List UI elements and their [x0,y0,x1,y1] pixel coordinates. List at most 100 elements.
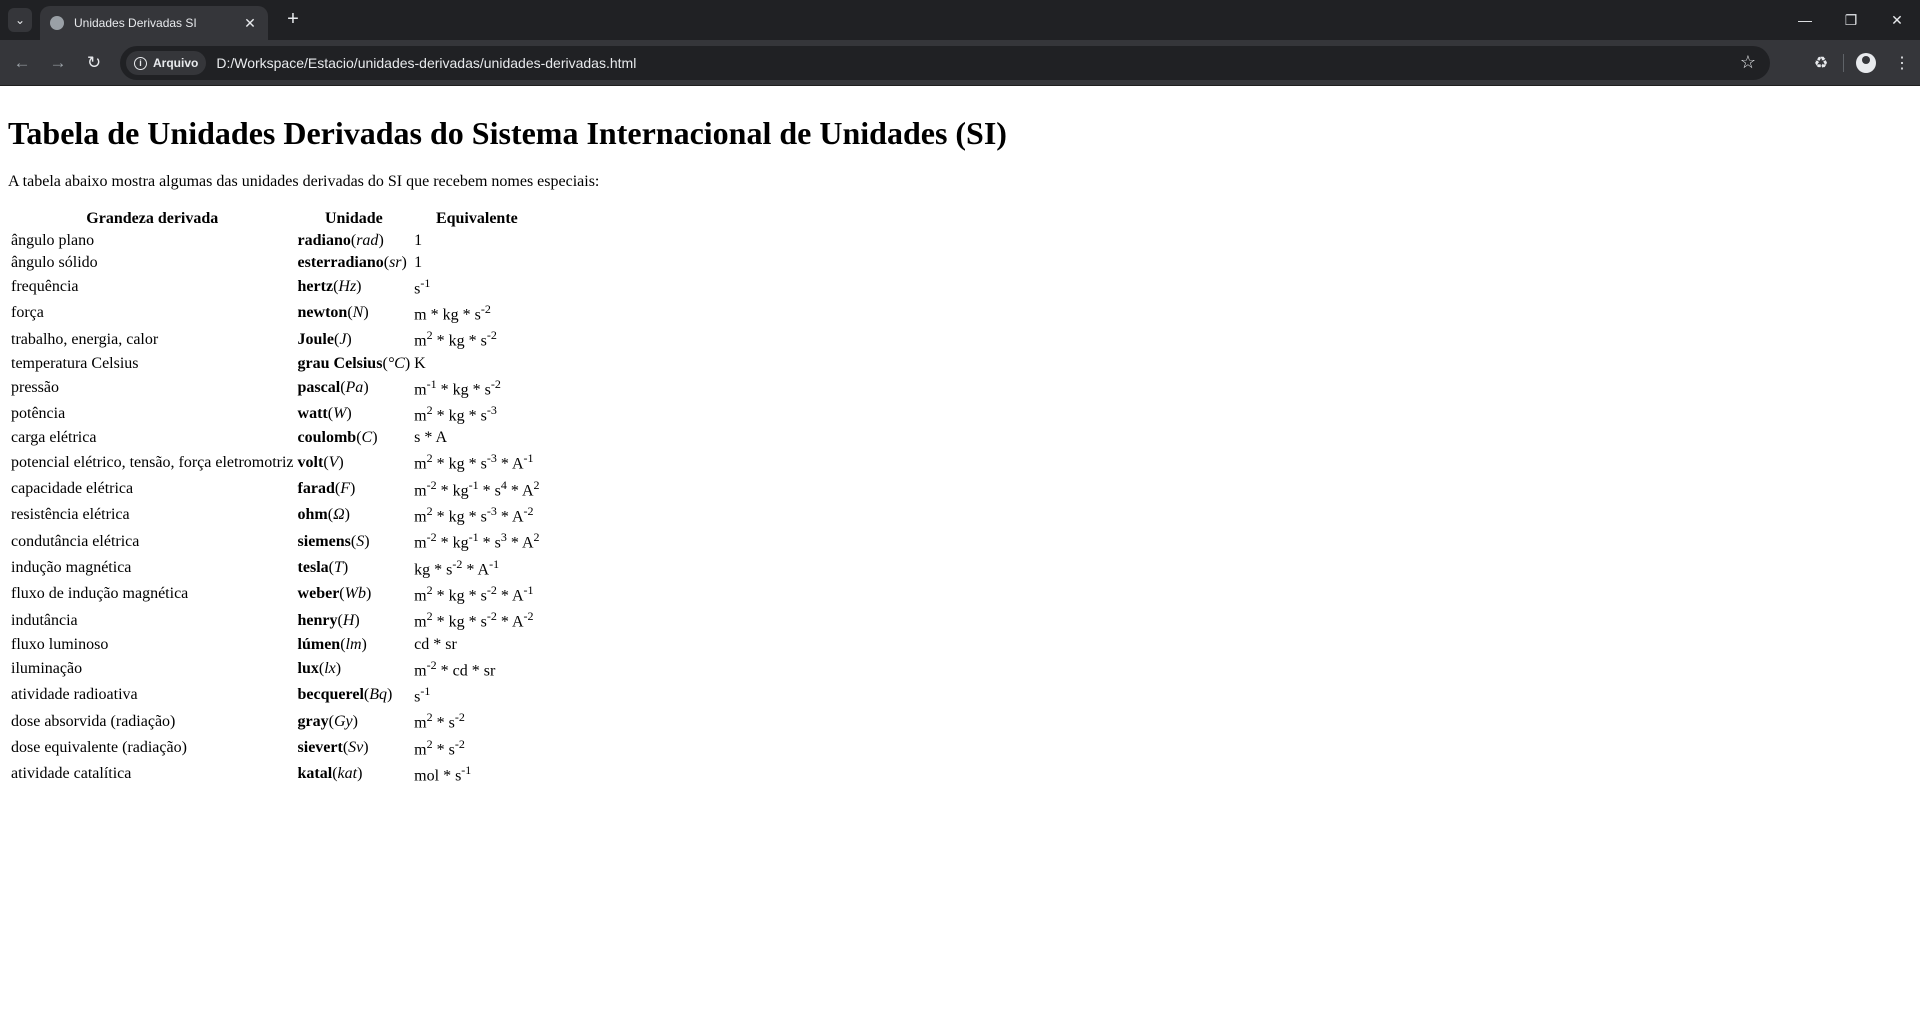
equiv-base: sr [445,635,457,653]
cell-unidade: radiano(rad) [297,231,384,249]
restore-icon[interactable]: ❐ [1828,0,1874,40]
site-info-chip[interactable]: i Arquivo [126,51,207,75]
table-row: potencial elétrico, tensão, força eletro… [10,450,541,474]
equiv-base: 1 [414,231,423,249]
cell-grandeza: indutância [11,611,78,629]
equiv-base: kg [452,381,469,399]
cell-equivalente: 1 [413,253,540,273]
unit-name: becquerel [297,686,364,704]
equiv-base: A [511,508,524,526]
unit-symbol: T [333,558,343,576]
equiv-base: m [414,508,427,526]
cell-unidade: katal(kat) [297,765,363,783]
unit-symbol: F [340,479,350,497]
equiv-exponent: 2 [426,504,433,519]
table-row: condutância elétrica siemens(S) m-2 * kg-1… [10,529,541,553]
back-arrow-icon[interactable]: ← [10,51,34,75]
cell-unidade: volt(V) [297,453,344,471]
equiv-base: kg [448,455,465,473]
cell-unidade: henry(H) [297,611,360,629]
unit-symbol: sr [389,253,402,271]
reload-icon[interactable]: ↻ [82,51,106,75]
equiv-exponent: -1 [426,376,437,391]
url-text[interactable]: D:/Workspace/Estacio/unidades-derivadas/… [216,55,636,71]
cell-equivalente: s-1 [413,683,540,707]
equiv-base: m [414,534,427,552]
equiv-exponent: 2 [426,451,433,466]
bookmark-star-icon[interactable]: ☆ [1740,52,1756,73]
equiv-exponent: -2 [480,302,491,317]
table-row: trabalho, energia, calor Joule(J) m2 * kg … [10,327,541,351]
cell-equivalente: s-1 [413,275,540,299]
equiv-exponent: -1 [468,530,479,545]
tab-strip: ⌄ Unidades Derivadas SI ✕ + — ❐ ✕ [0,0,1920,40]
profile-button[interactable] [1848,53,1884,73]
cell-unidade: siemens(S) [297,532,370,550]
minimize-icon[interactable]: — [1782,0,1828,40]
new-tab-button[interactable]: + [282,9,304,31]
equiv-base: A [521,534,534,552]
unit-name: weber [297,585,340,603]
cell-grandeza: iluminação [11,659,83,677]
table-row: força newton(N) m * kg * s-2 [10,301,541,325]
cell-equivalente: s * A [414,429,448,447]
unit-name: Joule [297,330,334,348]
table-row: capacidade elétrica farad(F) m-2 * kg-1 * … [10,477,541,501]
cell-grandeza: fluxo luminoso [11,635,109,653]
more-menu-icon[interactable]: ⋮ [1884,53,1920,73]
equiv-base: m [414,714,427,732]
avatar-icon [1856,53,1876,73]
cell-equivalente: m-2 * kg-1 * s3 * A2 [414,530,540,552]
table-row: fluxo luminoso lúmen(lm) cd * sr [10,635,541,655]
equiv-exponent: -1 [468,477,479,492]
unit-symbol: lm [345,635,362,653]
info-icon: i [134,56,147,70]
tab-search-button[interactable]: ⌄ [8,8,32,32]
unit-symbol: S [356,532,365,550]
close-icon[interactable]: ✕ [242,15,258,32]
tab-active[interactable]: Unidades Derivadas SI ✕ [40,6,268,40]
table-header-row: Grandeza derivada Unidade Equivalente [10,209,541,229]
cell-unidade: pascal(Pa) [297,378,369,396]
address-bar[interactable]: i Arquivo D:/Workspace/Estacio/unidades-… [120,46,1770,80]
cell-grandeza: força [11,304,44,322]
cell-equivalente: K [413,354,540,374]
globe-icon [50,16,64,30]
unit-name: esterradiano [297,253,384,271]
toolbar: ← → ↻ i Arquivo D:/Workspace/Estacio/uni… [0,40,1920,86]
equiv-base: K [414,354,426,372]
unit-name: siemens [297,532,351,550]
equiv-base: kg [442,306,459,324]
equiv-exponent: -1 [489,556,500,571]
unit-symbol: W [333,405,347,423]
equiv-exponent: -1 [461,763,472,778]
equiv-base: A [435,429,448,447]
equiv-exponent: -2 [426,477,437,492]
equiv-base: A [521,482,534,500]
cell-unidade: watt(W) [297,405,352,423]
cell-grandeza: carga elétrica [11,429,97,447]
unit-symbol: lx [324,659,336,677]
cell-equivalente: m2 * kg * s-2 * A-2 [414,609,534,631]
equiv-exponent: -2 [486,583,497,598]
equiv-base: kg [414,561,431,579]
intro-paragraph: A tabela abaixo mostra algumas das unida… [8,172,600,190]
cell-grandeza: trabalho, energia, calor [11,330,159,348]
unit-symbol: kat [337,765,358,783]
cell-equivalente: m * kg * s-2 [414,302,491,324]
unit-symbol: °C [387,354,405,372]
extensions-icon[interactable]: ♻ [1803,53,1839,73]
toolbar-actions: ♻ ⋮ [1803,40,1920,86]
equiv-base: kg [452,534,469,552]
table-row: dose absorvida (radiação) gray(Gy) m2 * s-… [10,709,541,733]
window-controls: — ❐ ✕ [1782,0,1920,40]
unit-name: lúmen [297,635,341,653]
equiv-exponent: 2 [426,583,433,598]
cell-unidade: becquerel(Bq) [297,686,393,704]
equiv-base: m [414,482,427,500]
equiv-exponent: 4 [500,477,507,492]
equiv-exponent: 2 [426,736,433,751]
close-window-icon[interactable]: ✕ [1874,0,1920,40]
equiv-base: sr [483,662,496,680]
forward-arrow-icon[interactable]: → [46,51,70,75]
